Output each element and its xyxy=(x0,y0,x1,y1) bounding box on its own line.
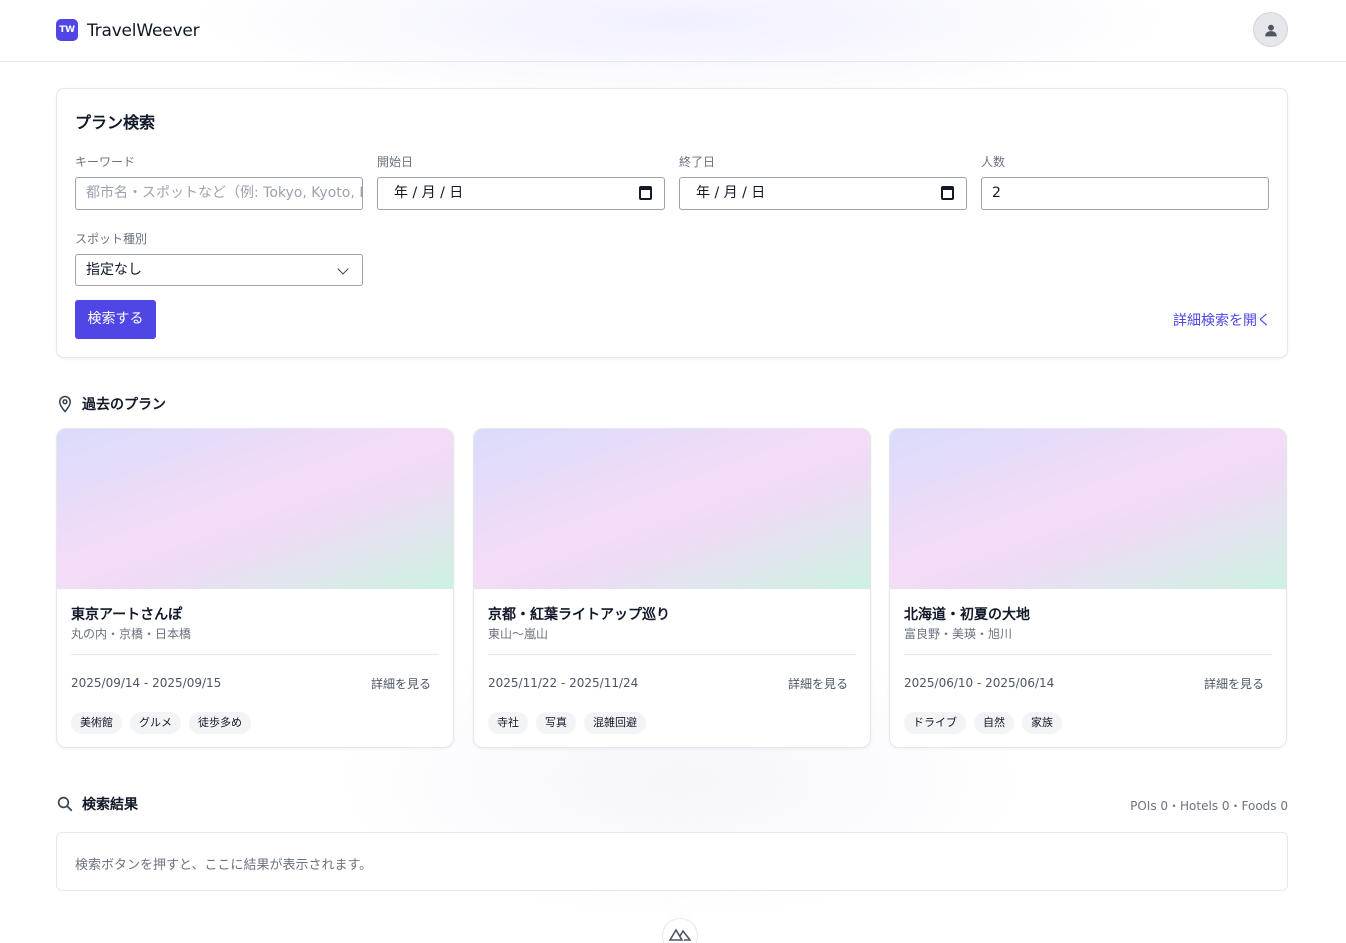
end-date-value: 年 / 月 / 日 xyxy=(696,185,766,201)
plan-subtitle: 富良野・美瑛・旭川 xyxy=(904,627,1013,641)
plan-tags: 美術館 グルメ 徒歩多め xyxy=(71,712,251,734)
people-label: 人数 xyxy=(981,155,1006,169)
plan-subtitle: 東山〜嵐山 xyxy=(488,627,549,641)
plan-detail-link[interactable]: 詳細を見る xyxy=(1204,675,1264,692)
search-icon xyxy=(57,796,73,812)
top-navbar: TW TravelWeever xyxy=(0,0,1346,62)
plan-card[interactable]: 北海道・初夏の大地 富良野・美瑛・旭川 2025/06/10 - 2025/06… xyxy=(889,428,1287,748)
divider xyxy=(488,654,856,655)
plan-card[interactable]: 東京アートさんぽ 丸の内・京橋・日本橋 2025/09/14 - 2025/09… xyxy=(56,428,454,748)
plan-title: 東京アートさんぽ xyxy=(71,607,183,623)
plan-title: 京都・紅葉ライトアップ巡り xyxy=(488,607,670,623)
calendar-icon[interactable] xyxy=(639,186,652,200)
keyword-input[interactable]: 都市名・スポットなど（例: Tokyo, Kyoto, Pa xyxy=(75,177,363,210)
results-counts: POIs 0・Hotels 0・Foods 0 xyxy=(1130,799,1288,813)
results-title: 検索結果 xyxy=(82,797,138,813)
plan-tag: グルメ xyxy=(130,712,181,734)
plan-tag: ドライブ xyxy=(904,712,966,734)
start-date-label: 開始日 xyxy=(377,155,414,169)
nuxt-icon xyxy=(669,928,691,941)
plan-tags: 寺社 写真 混雑回避 xyxy=(488,712,646,734)
plan-tag: 徒歩多め xyxy=(189,712,251,734)
results-heading: 検索結果 xyxy=(56,794,138,814)
plan-detail-link[interactable]: 詳細を見る xyxy=(371,675,431,692)
advanced-search-link[interactable]: 詳細検索を開く xyxy=(1173,310,1271,330)
chevron-down-icon xyxy=(337,263,349,275)
people-input[interactable]: 2 xyxy=(981,177,1269,210)
divider xyxy=(71,654,439,655)
spot-type-select[interactable]: 指定なし xyxy=(75,254,363,286)
empty-results-message: 検索ボタンを押すと、ここに結果が表示されます。 xyxy=(75,858,373,873)
keyword-placeholder: 都市名・スポットなど（例: Tokyo, Kyoto, Pa xyxy=(86,185,363,201)
plan-title: 北海道・初夏の大地 xyxy=(904,607,1030,623)
divider xyxy=(904,654,1272,655)
plan-image xyxy=(57,429,453,589)
past-plans-title: 過去のプラン xyxy=(82,397,166,413)
plan-tags: ドライブ 自然 家族 xyxy=(904,712,1062,734)
plan-dates: 2025/09/14 - 2025/09/15 xyxy=(71,676,222,690)
spot-type-value: 指定なし xyxy=(86,262,142,278)
plan-tag: 家族 xyxy=(1022,712,1062,734)
search-card: プラン検索 キーワード 都市名・スポットなど（例: Tokyo, Kyoto, … xyxy=(56,88,1288,358)
plan-tag: 写真 xyxy=(536,712,576,734)
end-date-label: 終了日 xyxy=(679,155,716,169)
past-plans-heading: 過去のプラン xyxy=(56,394,166,414)
search-button[interactable]: 検索する xyxy=(75,300,156,339)
plan-image xyxy=(890,429,1286,589)
plan-image xyxy=(474,429,870,589)
keyword-label: キーワード xyxy=(75,155,136,169)
user-icon xyxy=(1264,24,1277,36)
end-date-input[interactable]: 年 / 月 / 日 xyxy=(679,177,967,210)
plan-card[interactable]: 京都・紅葉ライトアップ巡り 東山〜嵐山 2025/11/22 - 2025/11… xyxy=(473,428,871,748)
start-date-value: 年 / 月 / 日 xyxy=(394,185,464,201)
user-menu-button[interactable] xyxy=(1253,12,1288,47)
plan-tag: 自然 xyxy=(974,712,1014,734)
start-date-input[interactable]: 年 / 月 / 日 xyxy=(377,177,665,210)
plan-subtitle: 丸の内・京橋・日本橋 xyxy=(71,627,192,641)
plan-detail-link[interactable]: 詳細を見る xyxy=(788,675,848,692)
devtools-button[interactable] xyxy=(662,918,698,943)
map-pin-icon xyxy=(58,395,72,413)
plan-tag: 寺社 xyxy=(488,712,528,734)
plan-dates: 2025/11/22 - 2025/11/24 xyxy=(488,676,639,690)
plan-tag: 美術館 xyxy=(71,712,122,734)
search-title: プラン検索 xyxy=(75,113,156,132)
calendar-icon[interactable] xyxy=(941,186,954,200)
results-panel: 検索ボタンを押すと、ここに結果が表示されます。 xyxy=(56,832,1288,891)
spot-type-label: スポット種別 xyxy=(75,232,148,246)
logo-badge[interactable]: TW xyxy=(56,19,78,41)
plan-tag: 混雑回避 xyxy=(584,712,646,734)
plan-dates: 2025/06/10 - 2025/06/14 xyxy=(904,676,1055,690)
brand-name[interactable]: TravelWeever xyxy=(87,19,200,43)
